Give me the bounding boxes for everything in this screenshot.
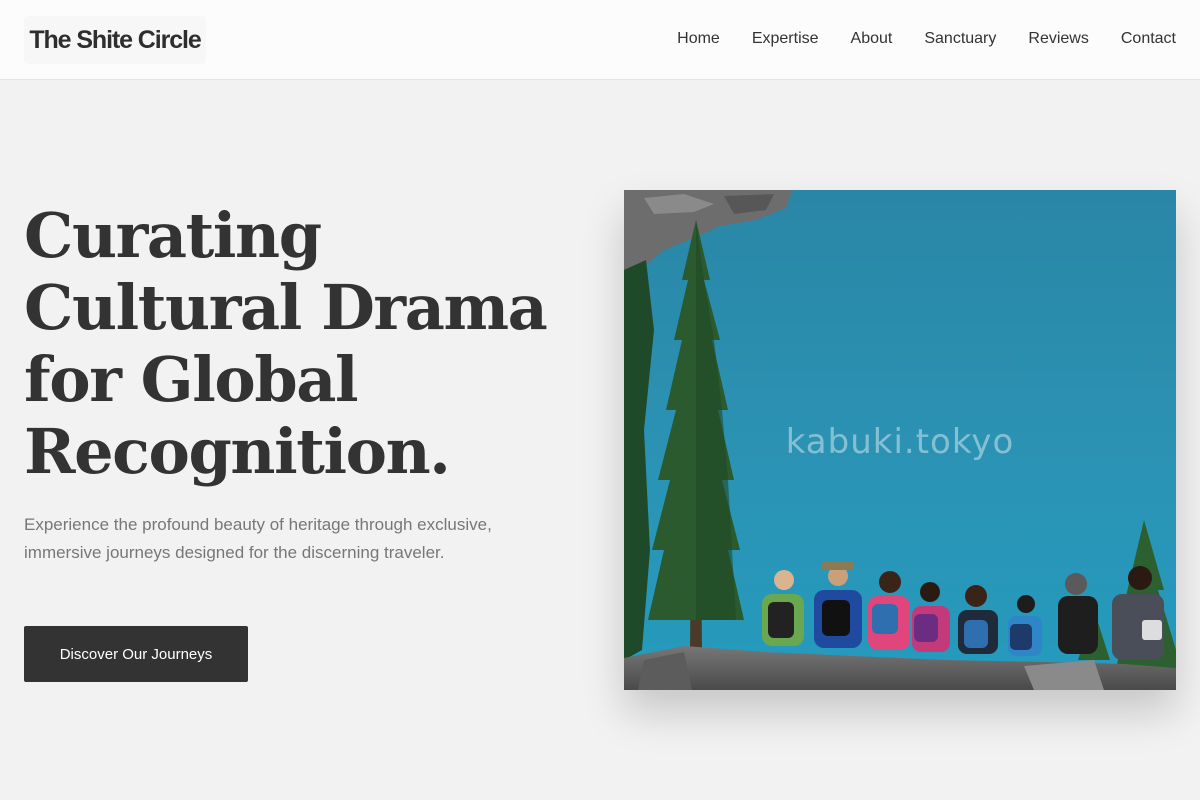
hero-title-line: Recognition. [24,415,451,488]
nav-link-about[interactable]: About [851,30,893,48]
hero-subtitle: Experience the profound beauty of herita… [24,515,492,562]
discover-journeys-button[interactable]: Discover Our Journeys [24,626,248,682]
nav-link-sanctuary[interactable]: Sanctuary [924,30,996,48]
nav-link-home[interactable]: Home [677,30,720,48]
nav-link-contact[interactable]: Contact [1121,30,1176,48]
image-watermark: kabuki.tokyo [785,422,1015,462]
nav-link-reviews[interactable]: Reviews [1028,30,1088,48]
hero-title-line: for Global [24,343,359,416]
site-logo[interactable]: The Shite Circle [24,16,206,64]
hero-title-line: Cultural Drama [24,271,548,344]
hero-title: Curating Cultural Drama for Global Recog… [24,200,584,488]
hero-title-line: Curating [24,199,322,272]
main-nav: Home Expertise About Sanctuary Reviews C… [677,0,1176,78]
site-header: The Shite Circle Home Expertise About Sa… [0,0,1200,80]
hero-photo: kabuki.tokyo [624,190,1176,690]
nav-link-expertise[interactable]: Expertise [752,30,819,48]
